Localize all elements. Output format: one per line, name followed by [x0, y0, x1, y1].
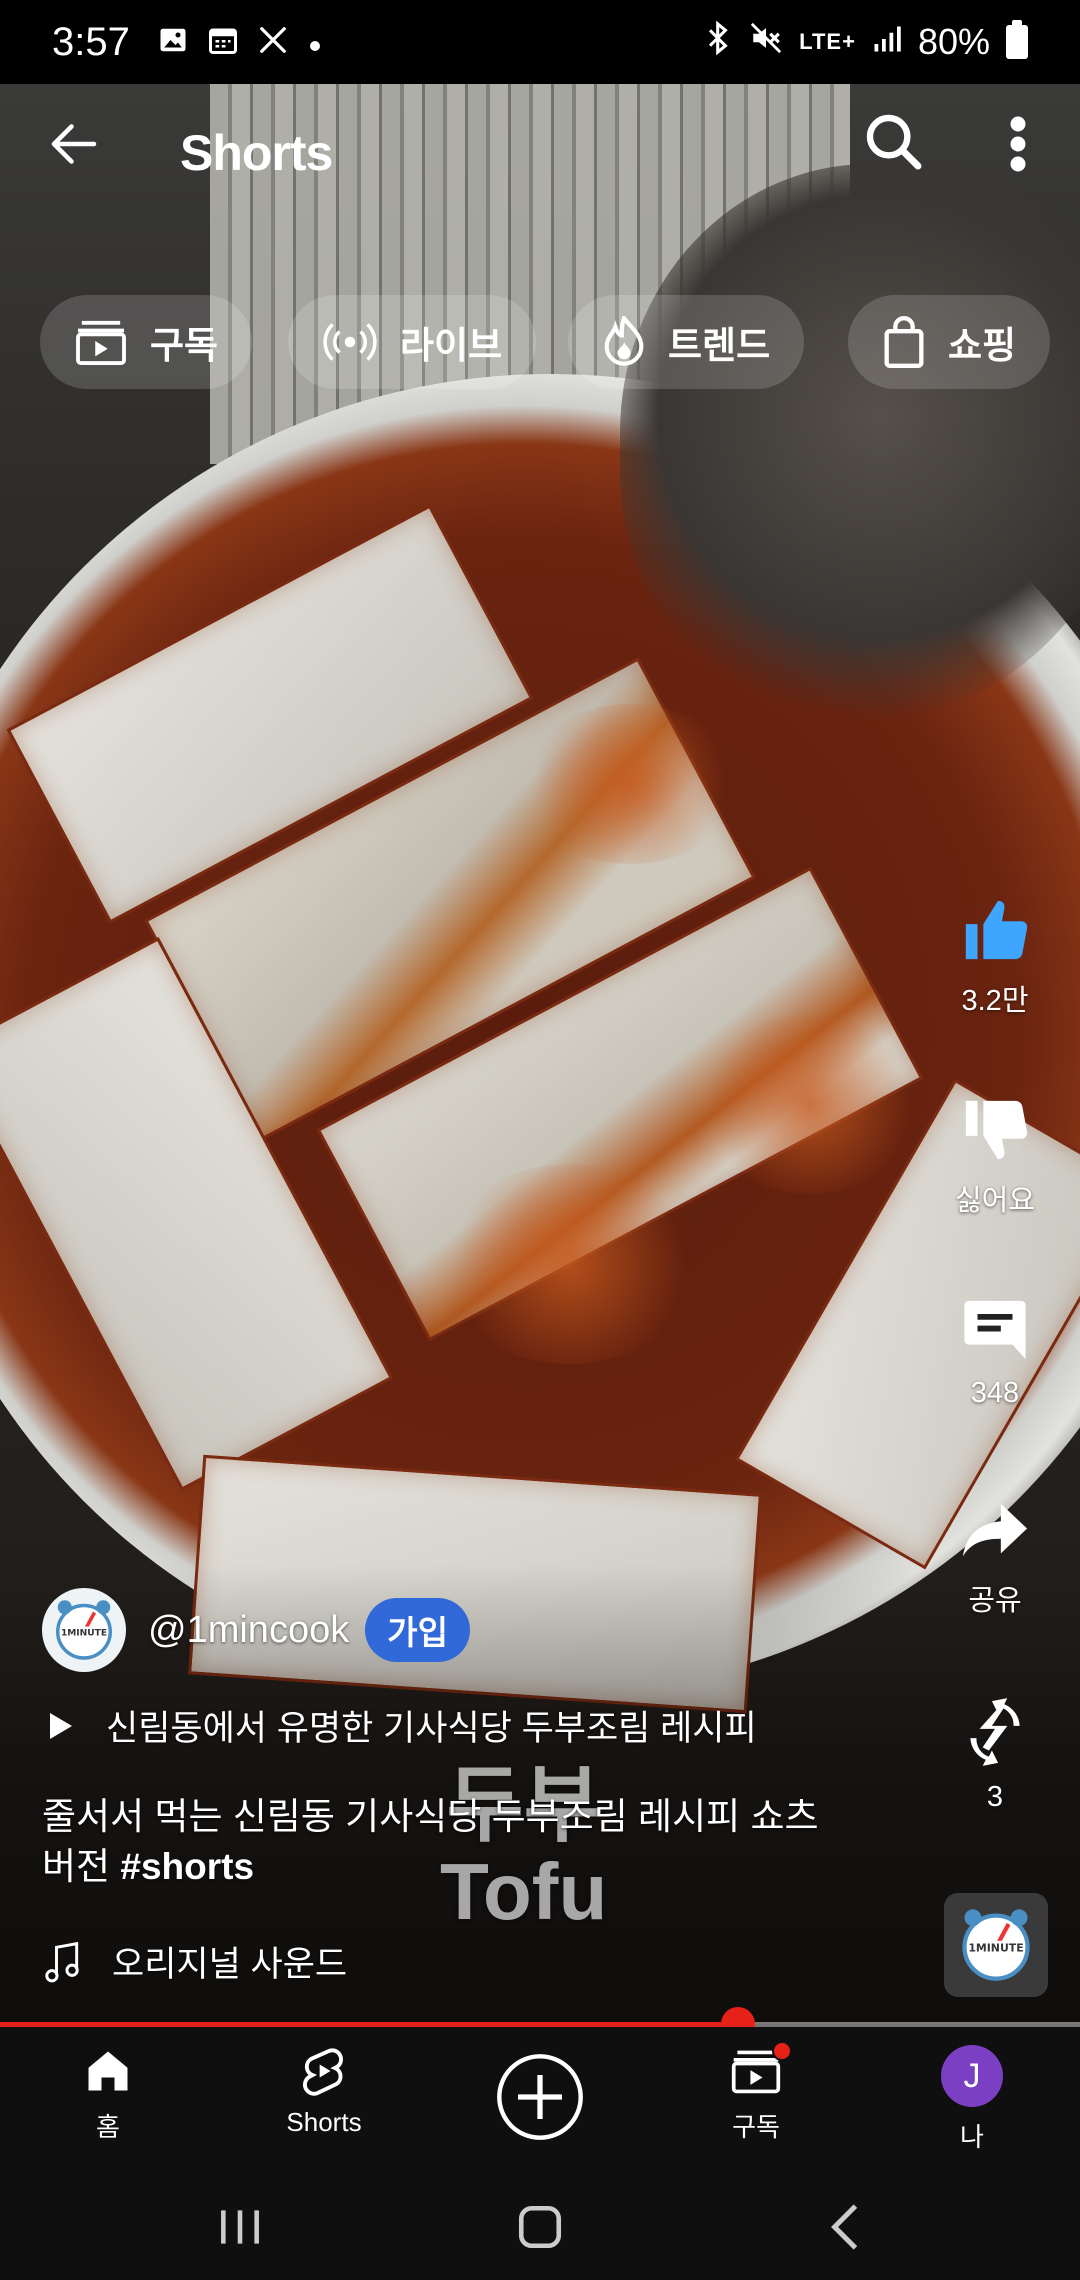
nav-label: 구독	[732, 2112, 780, 2142]
channel-row: 1MINUTE @1mincook 가입	[42, 1588, 470, 1672]
home-icon	[88, 2051, 128, 2091]
battery-percent: 80%	[917, 21, 990, 62]
back-system-button[interactable]	[795, 2197, 895, 2257]
join-button[interactable]: 가입	[365, 1598, 470, 1662]
home-square-icon	[518, 2205, 562, 2249]
sauce-spot	[440, 1164, 700, 1364]
nav-label: 나	[960, 2122, 984, 2152]
thumbs-down-icon	[965, 1100, 1028, 1160]
home-system-button[interactable]	[490, 2197, 590, 2257]
recent-apps-icon	[221, 2210, 259, 2244]
nav-home[interactable]: 홈	[18, 2027, 198, 2177]
like-button[interactable]: 3.2만	[930, 895, 1060, 1019]
sound-thumbnail[interactable]: 1MINUTE	[944, 1893, 1048, 1997]
notification-dot	[772, 2041, 792, 2061]
chip-label: 트렌드	[668, 325, 771, 366]
video-title[interactable]: 줄서서 먹는 신림동 기사식당 두부조림 레시피 쇼츠버전 #shorts	[42, 1792, 842, 1892]
alarm-clock-logo-icon: 1MINUTE	[962, 1909, 1030, 1981]
nav-subscriptions[interactable]: 구독	[666, 2027, 846, 2177]
share-arrow-icon	[962, 1503, 1028, 1557]
tools-icon	[258, 25, 288, 60]
nav-shorts[interactable]: Shorts	[234, 2027, 414, 2177]
chip-trending[interactable]: 트렌드	[568, 295, 805, 389]
more-options-button[interactable]	[1000, 114, 1036, 174]
alarm-clock-logo-icon: 1MINUTE	[56, 1600, 112, 1660]
status-right: LTE+ 80%	[705, 20, 1028, 65]
mute-icon	[749, 21, 783, 64]
sauce-spot	[700, 1014, 920, 1194]
create-plus-icon	[497, 2054, 583, 2140]
playlist-link[interactable]: 신림동에서 유명한 기사식당 두부조림 레시피	[50, 1700, 757, 1751]
remix-button[interactable]: 3	[930, 1695, 1060, 1814]
music-note-icon	[45, 1941, 79, 1982]
remix-count: 3	[986, 1781, 1004, 1813]
play-icon	[50, 1712, 72, 1739]
dislike-button[interactable]: 싫어요	[930, 1095, 1060, 1219]
live-icon	[323, 323, 377, 361]
battery-icon	[1006, 20, 1028, 59]
arrow-left-icon	[51, 124, 97, 164]
bluetooth-icon	[705, 20, 733, 65]
chip-label: 라이브	[400, 325, 503, 366]
more-vertical-icon	[1010, 116, 1026, 172]
video-hand	[620, 164, 1080, 724]
comment-icon	[964, 1300, 1026, 1360]
comments-button[interactable]: 348	[930, 1295, 1060, 1410]
thumbs-up-icon	[965, 900, 1028, 960]
user-avatar: J	[941, 2045, 1003, 2107]
sound-link[interactable]: 오리지널 사운드	[42, 1936, 347, 1987]
chip-shopping[interactable]: 쇼핑	[848, 295, 1051, 389]
search-button[interactable]	[862, 110, 926, 174]
sauce-spot	[520, 704, 740, 864]
trending-flame-icon	[604, 316, 644, 366]
sound-label: 오리지널 사운드	[112, 1945, 348, 1984]
video-hashtag[interactable]: #shorts	[120, 1846, 254, 1887]
comment-count: 348	[970, 1377, 1020, 1409]
shorts-icon	[302, 2048, 343, 2096]
sound-thumb-text: 1MINUTE	[968, 1941, 1023, 1954]
shopping-bag-icon	[884, 316, 924, 368]
recent-apps-button[interactable]	[190, 2197, 290, 2257]
bottom-nav: 홈 Shorts 구독 J 나	[0, 2027, 1080, 2177]
status-bar: 3:57 LTE+ 80%	[0, 0, 1080, 84]
share-label: 공유	[968, 1585, 1022, 1617]
chevron-left-icon	[831, 2204, 858, 2250]
chip-subscriptions[interactable]: 구독	[40, 295, 253, 389]
remix-icon	[970, 1698, 1020, 1766]
page-title: Shorts	[180, 125, 333, 181]
dot-icon	[308, 26, 322, 58]
subscriptions-icon	[76, 320, 126, 365]
chip-label: 구독	[150, 325, 219, 366]
share-button[interactable]: 공유	[930, 1495, 1060, 1619]
shorts-header: Shorts	[0, 84, 1080, 214]
like-count: 3.2만	[961, 985, 1029, 1017]
search-icon	[866, 114, 922, 170]
status-time: 3:57	[52, 19, 130, 64]
nav-me[interactable]: J 나	[882, 2027, 1062, 2177]
back-button[interactable]	[44, 114, 104, 174]
gallery-icon	[158, 25, 188, 60]
system-nav-bar	[0, 2177, 1080, 2280]
lte-indicator: LTE+	[799, 29, 856, 54]
chip-live[interactable]: 라이브	[288, 295, 537, 389]
chip-label: 쇼핑	[948, 325, 1017, 366]
nav-label: 홈	[96, 2112, 120, 2142]
create-button[interactable]	[450, 2027, 630, 2177]
channel-handle[interactable]: @1mincook	[148, 1609, 349, 1652]
dislike-label: 싫어요	[954, 1185, 1036, 1217]
signal-icon	[872, 21, 902, 63]
calendar-icon	[208, 25, 238, 60]
channel-avatar[interactable]: 1MINUTE	[42, 1588, 126, 1672]
channel-avatar-text: 1MINUTE	[61, 1628, 107, 1638]
status-left: 3:57	[52, 20, 322, 65]
nav-label: Shorts	[286, 2107, 362, 2137]
playlist-label: 신림동에서 유명한 기사식당 두부조림 레시피	[106, 1709, 757, 1748]
